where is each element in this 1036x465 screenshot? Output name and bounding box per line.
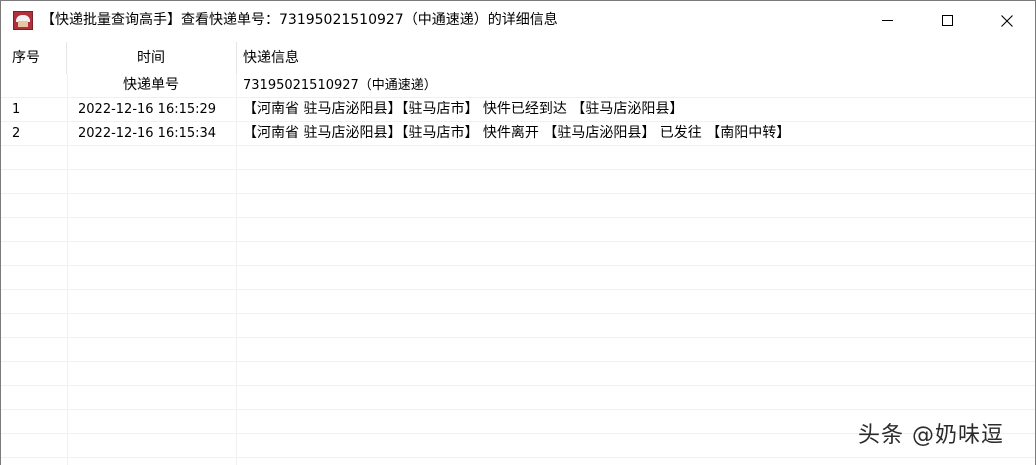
row-time: 2022-12-16 16:15:34	[78, 126, 217, 141]
empty-row	[1, 386, 1035, 410]
table-row-subheader[interactable]: 快递单号 73195021510927（中通速递）	[1, 74, 1035, 98]
column-divider[interactable]	[236, 42, 237, 74]
tracking-number-value: 73195021510927（中通速递）	[243, 78, 437, 93]
window-title: 【快递批量查询高手】查看快递单号：73195021510927（中通速递）的详细…	[41, 12, 558, 28]
close-button[interactable]	[977, 1, 1036, 40]
maximize-icon	[941, 15, 953, 26]
maximize-button[interactable]	[917, 1, 977, 40]
list-header: 序号 时间 快递信息	[1, 42, 1035, 74]
minimize-button[interactable]	[857, 1, 917, 40]
row-number: 1	[12, 102, 21, 117]
table-row[interactable]: 2 2022-12-16 16:15:34 【河南省 驻马店泌阳县】【驻马店市】…	[1, 122, 1035, 146]
empty-row	[1, 362, 1035, 386]
row-info: 【河南省 驻马店泌阳县】【驻马店市】 快件已经到达 【驻马店泌阳县】	[243, 101, 684, 117]
title-bar[interactable]: 【快递批量查询高手】查看快递单号：73195021510927（中通速递）的详细…	[1, 1, 1035, 40]
column-header-time[interactable]: 时间	[67, 42, 235, 74]
row-number: 2	[12, 126, 21, 141]
watermark-text: 头条 @奶味逗	[858, 423, 1004, 448]
empty-row	[1, 314, 1035, 338]
row-info: 【河南省 驻马店泌阳县】【驻马店市】 快件离开 【驻马店泌阳县】 已发往 【南阳…	[243, 125, 791, 141]
app-icon	[13, 11, 33, 30]
empty-row	[1, 338, 1035, 362]
row-time: 2022-12-16 16:15:29	[78, 102, 217, 117]
table-row[interactable]: 1 2022-12-16 16:15:29 【河南省 驻马店泌阳县】【驻马店市】…	[1, 98, 1035, 122]
close-icon	[1001, 14, 1013, 27]
empty-row	[1, 194, 1035, 218]
empty-row	[1, 266, 1035, 290]
detail-window: 【快递批量查询高手】查看快递单号：73195021510927（中通速递）的详细…	[0, 0, 1036, 465]
column-header-info[interactable]: 快递信息	[243, 42, 299, 74]
empty-row	[1, 242, 1035, 266]
minimize-icon	[881, 20, 893, 21]
empty-row	[1, 218, 1035, 242]
empty-row	[1, 170, 1035, 194]
tracking-number-label: 快递单号	[123, 77, 179, 93]
column-header-no[interactable]: 序号	[12, 42, 40, 74]
tracking-list-view[interactable]: 序号 时间 快递信息 快递单号 73195021510927（中通速递） 1 2…	[1, 40, 1035, 465]
empty-row	[1, 290, 1035, 314]
empty-row	[1, 146, 1035, 170]
